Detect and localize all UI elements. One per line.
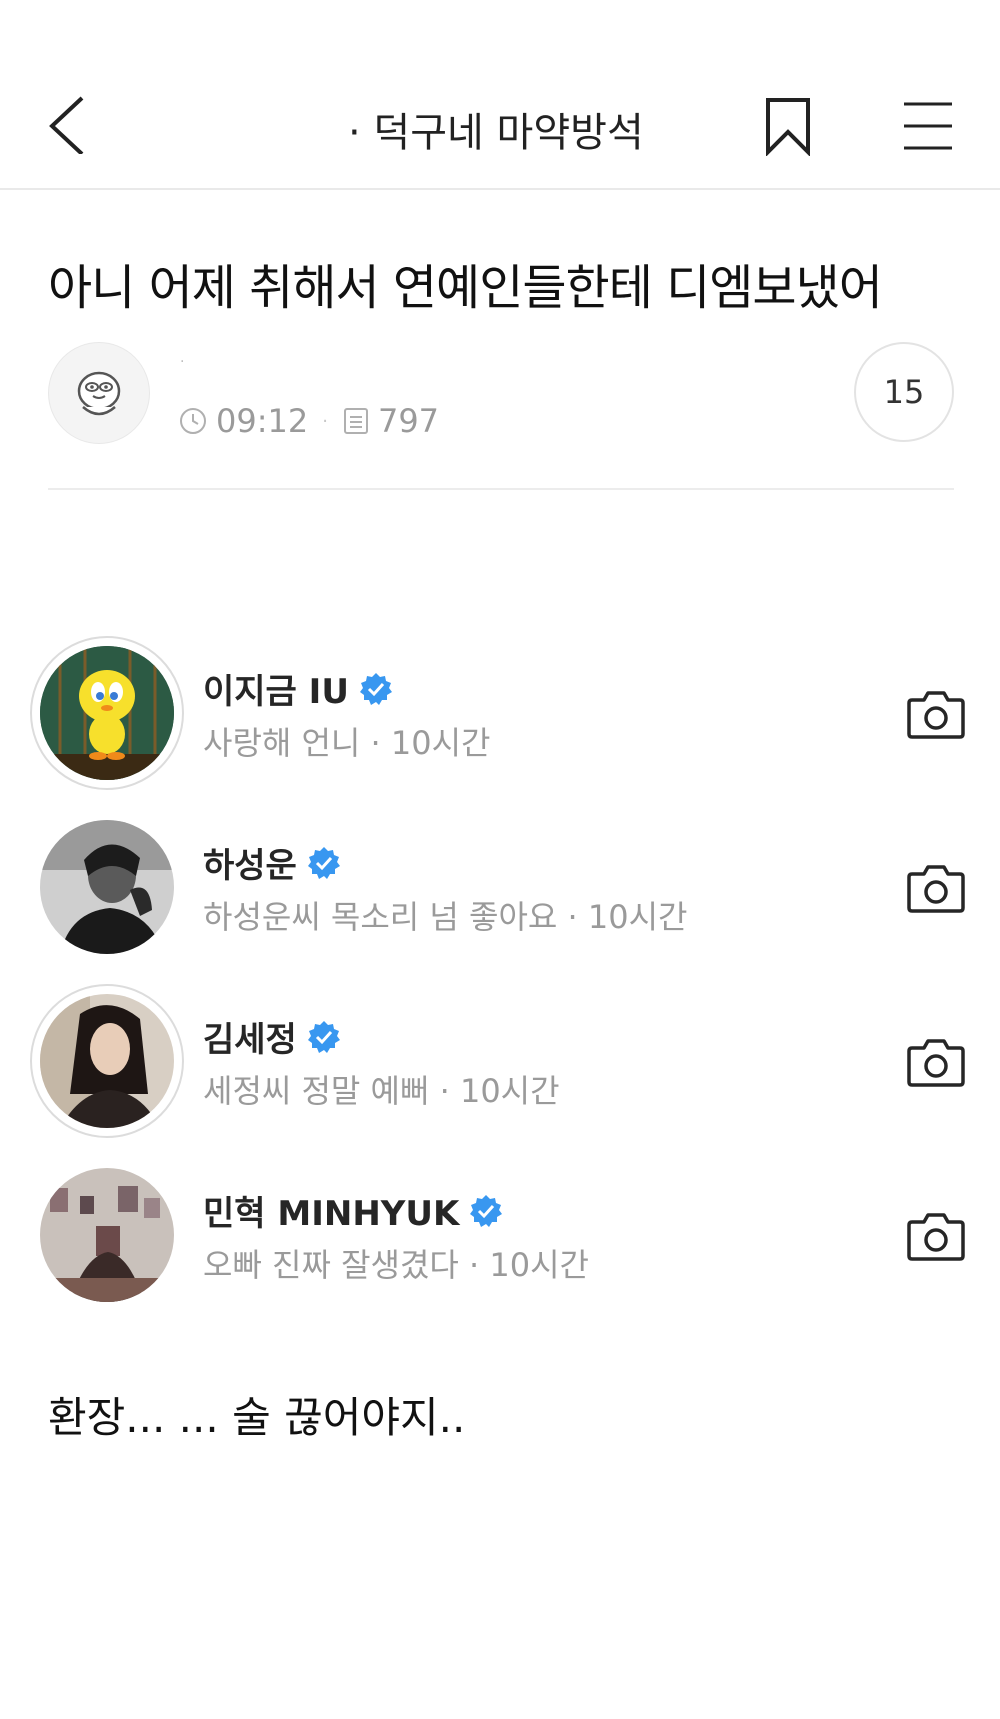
portrait-avatar-image (40, 820, 174, 954)
post-body-text: 환장... ... 술 끊어야지.. (48, 1393, 466, 1442)
portrait-avatar-image (40, 994, 174, 1128)
dm-list-item[interactable]: 이지금 IU 사랑해 언니 · 10시간 (0, 636, 1000, 796)
menu-icon (904, 102, 952, 150)
room-avatar-image (40, 1168, 174, 1302)
document-icon (343, 408, 368, 434)
camera-button[interactable] (906, 1036, 966, 1088)
camera-button[interactable] (906, 688, 966, 740)
dm-preview: 사랑해 언니 · 10시간 (203, 724, 491, 762)
dm-sender-name: 하성운 (203, 838, 341, 887)
dm-name-text: 이지금 IU (203, 672, 349, 712)
dm-preview: 오빠 진짜 잘생겼다 · 10시간 (203, 1246, 589, 1284)
header-divider (0, 188, 1000, 190)
tweety-avatar-image (40, 646, 174, 780)
dm-time: 10시간 (390, 724, 491, 762)
avatar[interactable] (40, 994, 174, 1128)
camera-icon (907, 1213, 965, 1261)
camera-button[interactable] (906, 862, 966, 914)
dm-message: 세정씨 정말 예뻐 (203, 1072, 430, 1110)
dm-sender-name: 김세정 (203, 1012, 341, 1061)
dm-name-text: 김세정 (203, 1020, 297, 1060)
dm-message: 하성운씨 목소리 넘 좋아요 (203, 898, 558, 936)
dm-sender-name: 민혁 MINHYUK (203, 1186, 503, 1235)
dm-list-item[interactable]: 하성운 하성운씨 목소리 넘 좋아요 · 10시간 (0, 810, 1000, 970)
dm-name-text: 민혁 MINHYUK (203, 1194, 460, 1234)
post-meta-row: · 09:12 · 797 15 (48, 340, 954, 448)
verified-badge-icon (470, 1194, 503, 1227)
dm-message: 오빠 진짜 잘생겼다 (203, 1246, 459, 1284)
avatar[interactable] (40, 646, 174, 780)
board-title[interactable]: · 덕구네 마약방석 (348, 100, 644, 158)
camera-icon (907, 865, 965, 913)
dm-list-item[interactable]: 민혁 MINHYUK 오빠 진짜 잘생겼다 · 10시간 (0, 1158, 1000, 1318)
view-count: 797 (377, 402, 440, 440)
bookmark-button[interactable] (762, 96, 814, 157)
dm-time: 10시간 (587, 898, 688, 936)
verified-badge-icon (307, 1020, 340, 1053)
bookmark-icon (766, 98, 810, 157)
author-name[interactable]: · (180, 354, 184, 370)
camera-button[interactable] (906, 1210, 966, 1262)
menu-button[interactable] (900, 100, 956, 152)
back-button[interactable] (40, 94, 100, 156)
content-divider (48, 488, 954, 490)
avatar[interactable] (40, 820, 174, 954)
dm-list-item[interactable]: 김세정 세정씨 정말 예뻐 · 10시간 (0, 984, 1000, 1144)
dm-sender-name: 이지금 IU (203, 664, 393, 713)
author-avatar[interactable] (48, 342, 150, 444)
dm-preview: 하성운씨 목소리 넘 좋아요 · 10시간 (203, 898, 688, 936)
camera-icon (907, 691, 965, 739)
comment-count-button[interactable]: 15 (854, 342, 954, 442)
back-arrow-icon (49, 96, 84, 156)
verified-badge-icon (307, 846, 340, 879)
avatar[interactable] (40, 1168, 174, 1302)
dm-preview: 세정씨 정말 예뻐 · 10시간 (203, 1072, 560, 1110)
clock-icon (180, 408, 206, 434)
dm-time: 10시간 (459, 1072, 560, 1110)
post-time: 09:12 (216, 402, 309, 440)
post-title: 아니 어제 취해서 연예인들한테 디엠보냈어 (48, 260, 883, 316)
dm-time: 10시간 (489, 1246, 589, 1284)
meta-separator: · (322, 410, 328, 432)
dm-message: 사랑해 언니 (203, 724, 361, 762)
default-profile-icon (77, 371, 121, 416)
dm-name-text: 하성운 (203, 846, 297, 886)
top-nav-bar: · 덕구네 마약방석 (0, 60, 1000, 188)
verified-badge-icon (359, 672, 392, 705)
post-meta: 09:12 · 797 (178, 402, 439, 440)
camera-icon (907, 1039, 965, 1087)
